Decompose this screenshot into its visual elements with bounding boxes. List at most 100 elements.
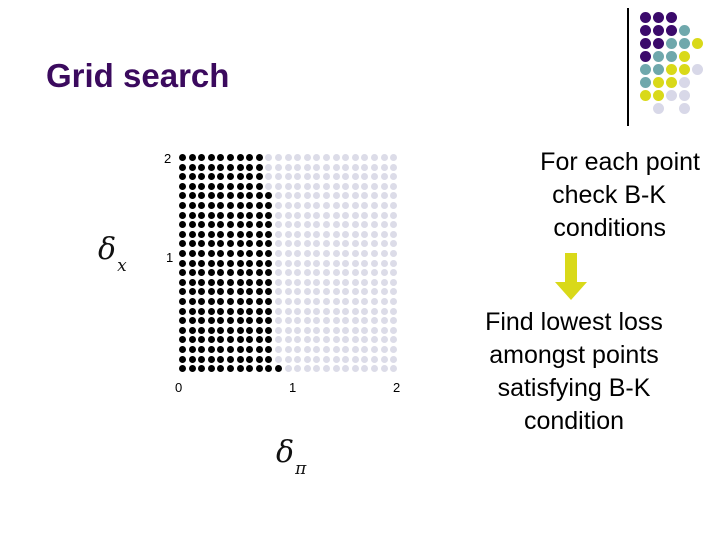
grid-point-unselected [371, 288, 378, 296]
grid-point-selected [236, 221, 244, 229]
grid-point-unselected [303, 250, 311, 257]
grid-point-selected [227, 163, 234, 171]
grid-point-unselected [342, 355, 350, 363]
grid-point-unselected [361, 269, 369, 277]
annotation-line: satisfying B-K [497, 374, 651, 402]
grid-point-selected [179, 192, 186, 200]
grid-point-unselected [275, 288, 282, 296]
grid-point-selected [179, 346, 186, 353]
grid-point-selected [227, 317, 234, 325]
grid-point-unselected [275, 326, 282, 334]
grid-point-unselected [351, 221, 359, 229]
grid-point-unselected [342, 211, 350, 219]
grid-point-selected [198, 326, 206, 334]
grid-point-selected [188, 250, 196, 257]
grid-point-unselected [275, 269, 282, 277]
grid-point-selected [188, 259, 196, 267]
annotation-line: condition [523, 407, 625, 435]
grid-point-selected [198, 173, 206, 181]
grid-point-unselected [323, 298, 330, 305]
grid-point-unselected [380, 346, 388, 353]
grid-point-unselected [380, 336, 388, 344]
motif-dot [653, 64, 664, 75]
grid-point-selected [217, 278, 225, 286]
grid-point-selected [255, 278, 263, 286]
grid-point-selected [217, 221, 225, 229]
grid-point-selected [236, 173, 244, 181]
grid-point-unselected [313, 269, 321, 277]
grid-point-unselected [284, 326, 292, 334]
grid-point-unselected [284, 298, 292, 305]
grid-point-unselected [313, 336, 321, 344]
grid-point-unselected [323, 365, 330, 373]
grid-point-unselected [313, 298, 321, 305]
grid-point-unselected [323, 278, 330, 286]
motif-dot [679, 64, 690, 75]
motif-dot [692, 38, 703, 49]
grid-point-unselected [284, 307, 292, 315]
grid-point-selected [236, 288, 244, 296]
grid-point-selected [217, 173, 225, 181]
grid-point-unselected [294, 326, 302, 334]
grid-point-selected [198, 211, 206, 219]
x-axis-tick-1: 1 [289, 380, 297, 395]
grid-point-unselected [303, 298, 311, 305]
grid-point-unselected [323, 269, 330, 277]
grid-point-selected [217, 346, 225, 353]
grid-point-selected [246, 154, 254, 161]
grid-point-selected [236, 250, 244, 257]
motif-dot [692, 64, 703, 75]
grid-point-selected [255, 221, 263, 229]
grid-point-unselected [284, 202, 292, 209]
x-axis-label-subscript: π [295, 459, 307, 479]
grid-point-unselected [371, 259, 378, 267]
grid-point-unselected [323, 182, 330, 190]
grid-point-unselected [351, 240, 359, 248]
grid-point-unselected [323, 240, 330, 248]
grid-point-selected [255, 250, 263, 257]
grid-point-selected [188, 307, 196, 315]
grid-point-selected [255, 230, 263, 238]
grid-point-unselected [303, 182, 311, 190]
grid-point-unselected [361, 307, 369, 315]
grid-point-unselected [284, 192, 292, 200]
grid-point-selected [255, 336, 263, 344]
grid-point-selected [207, 202, 215, 209]
motif-dot [679, 38, 690, 49]
grid-point-unselected [351, 326, 359, 334]
grid-point-unselected [342, 278, 350, 286]
grid-point-unselected [342, 365, 350, 373]
grid-point-selected [265, 317, 273, 325]
grid-point-selected [246, 298, 254, 305]
annotation-line: conditions [553, 214, 666, 242]
grid-point-unselected [342, 250, 350, 257]
grid-point-selected [188, 278, 196, 286]
grid-point-unselected [323, 202, 330, 209]
grid-point-selected [265, 259, 273, 267]
grid-point-selected [179, 259, 186, 267]
grid-point-unselected [284, 240, 292, 248]
grid-point-unselected [371, 211, 378, 219]
grid-point-unselected [380, 240, 388, 248]
grid-point-selected [198, 182, 206, 190]
page-title: Grid search [46, 57, 230, 94]
grid-point-unselected [351, 365, 359, 373]
grid-point-unselected [313, 240, 321, 248]
grid-point-unselected [265, 154, 273, 161]
grid-point-unselected [371, 269, 378, 277]
grid-point-selected [265, 278, 273, 286]
grid-point-unselected [361, 288, 369, 296]
motif-divider-line [627, 8, 629, 126]
grid-point-unselected [342, 259, 350, 267]
grid-point-selected [255, 163, 263, 171]
grid-point-unselected [380, 307, 388, 315]
grid-point-unselected [332, 365, 340, 373]
grid-point-unselected [361, 154, 369, 161]
grid-point-unselected [323, 336, 330, 344]
grid-point-unselected [342, 202, 350, 209]
grid-point-selected [179, 317, 186, 325]
grid-point-unselected [380, 326, 388, 334]
grid-point-selected [246, 365, 254, 373]
grid-point-unselected [313, 355, 321, 363]
grid-point-selected [179, 355, 186, 363]
